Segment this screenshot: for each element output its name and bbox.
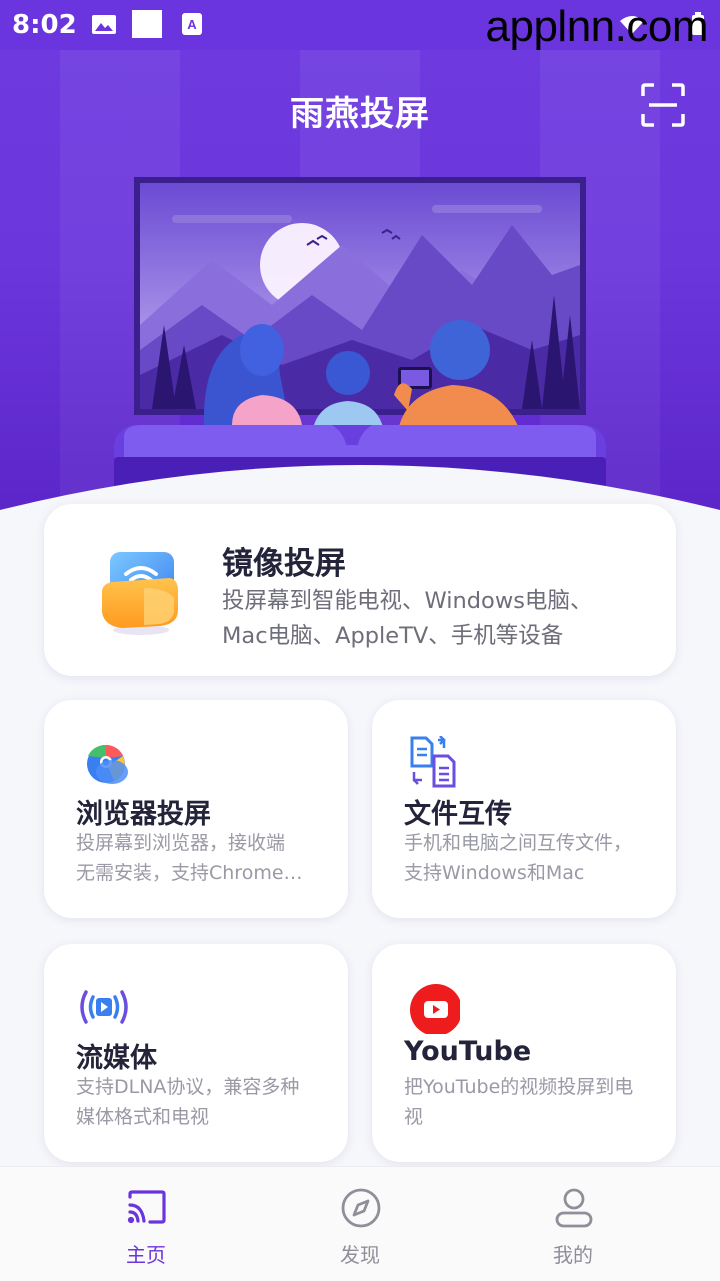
youtube-description: 把YouTube的视频投屏到电 视 [404, 1072, 656, 1132]
svg-text:A: A [187, 17, 197, 32]
browser-cast-card[interactable]: 浏览器投屏 投屏幕到浏览器，接收端 无需安装，支持Chrome… [44, 700, 348, 918]
mirror-cast-description: 投屏幕到智能电视、Windows电脑、 Mac电脑、AppleTV、手机等设备 [222, 584, 592, 654]
status-bar: 8:02 A applnn.com [0, 0, 720, 51]
streaming-desc-line: 支持DLNA协议，兼容多种 [76, 1076, 300, 1098]
nav-profile-label: 我的 [553, 1243, 593, 1267]
scan-icon[interactable] [640, 82, 686, 128]
youtube-icon [410, 984, 460, 1034]
mirror-cast-desc-line: Mac电脑、AppleTV、手机等设备 [222, 623, 564, 649]
file-transfer-title: 文件互传 [404, 799, 512, 830]
browser-cast-desc-line: 无需安装，支持Chrome… [76, 862, 303, 884]
mirror-cast-desc-line: 投屏幕到智能电视、Windows电脑、 [222, 588, 593, 614]
nav-home[interactable]: 主页 [26, 1167, 266, 1281]
nav-discover[interactable]: 发现 [240, 1167, 480, 1281]
browser-cast-title: 浏览器投屏 [76, 799, 211, 830]
streaming-description: 支持DLNA协议，兼容多种 媒体格式和电视 [76, 1072, 328, 1132]
font-icon: A [182, 13, 202, 35]
streaming-card[interactable]: 流媒体 支持DLNA协议，兼容多种 媒体格式和电视 [44, 944, 348, 1162]
nav-discover-label: 发现 [340, 1243, 380, 1267]
file-transfer-card[interactable]: 文件互传 手机和电脑之间互传文件， 支持Windows和Mac [372, 700, 676, 918]
youtube-desc-line: 把YouTube的视频投屏到电 [404, 1076, 634, 1098]
status-time: 8:02 [12, 10, 77, 40]
stream-icon [80, 990, 128, 1024]
mirror-cast-card[interactable]: 镜像投屏 投屏幕到智能电视、Windows电脑、 Mac电脑、AppleTV、手… [44, 504, 676, 676]
square-icon [132, 10, 162, 38]
nav-profile[interactable]: 我的 [453, 1167, 693, 1281]
watermark-text: applnn.com [485, 2, 709, 51]
file-transfer-icon [410, 736, 456, 788]
browser-cast-desc-line: 投屏幕到浏览器，接收端 [76, 832, 286, 854]
app-title: 雨燕投屏 [290, 94, 430, 134]
streaming-desc-line: 媒体格式和电视 [76, 1106, 210, 1128]
user-icon [555, 1188, 593, 1228]
tv-family-illustration [114, 177, 606, 490]
bottom-nav: 主页 发现 我的 [0, 1166, 720, 1281]
browser-cast-description: 投屏幕到浏览器，接收端 无需安装，支持Chrome… [76, 828, 328, 888]
nav-home-label: 主页 [126, 1243, 166, 1267]
compass-icon [341, 1188, 381, 1228]
youtube-title: YouTube [404, 1036, 532, 1067]
cast-icon [127, 1190, 166, 1224]
file-transfer-desc-line: 支持Windows和Mac [404, 862, 585, 884]
browser-icon [87, 744, 128, 784]
youtube-desc-line: 视 [404, 1106, 424, 1128]
file-transfer-desc-line: 手机和电脑之间互传文件， [404, 832, 633, 854]
wifi-cast-icon [102, 552, 178, 635]
file-transfer-description: 手机和电脑之间互传文件， 支持Windows和Mac [404, 828, 656, 888]
mirror-cast-title: 镜像投屏 [222, 546, 346, 582]
image-icon [92, 15, 116, 34]
youtube-card[interactable]: YouTube 把YouTube的视频投屏到电 视 [372, 944, 676, 1162]
hero-header: 雨燕投屏 [0, 50, 720, 520]
streaming-title: 流媒体 [76, 1043, 157, 1074]
